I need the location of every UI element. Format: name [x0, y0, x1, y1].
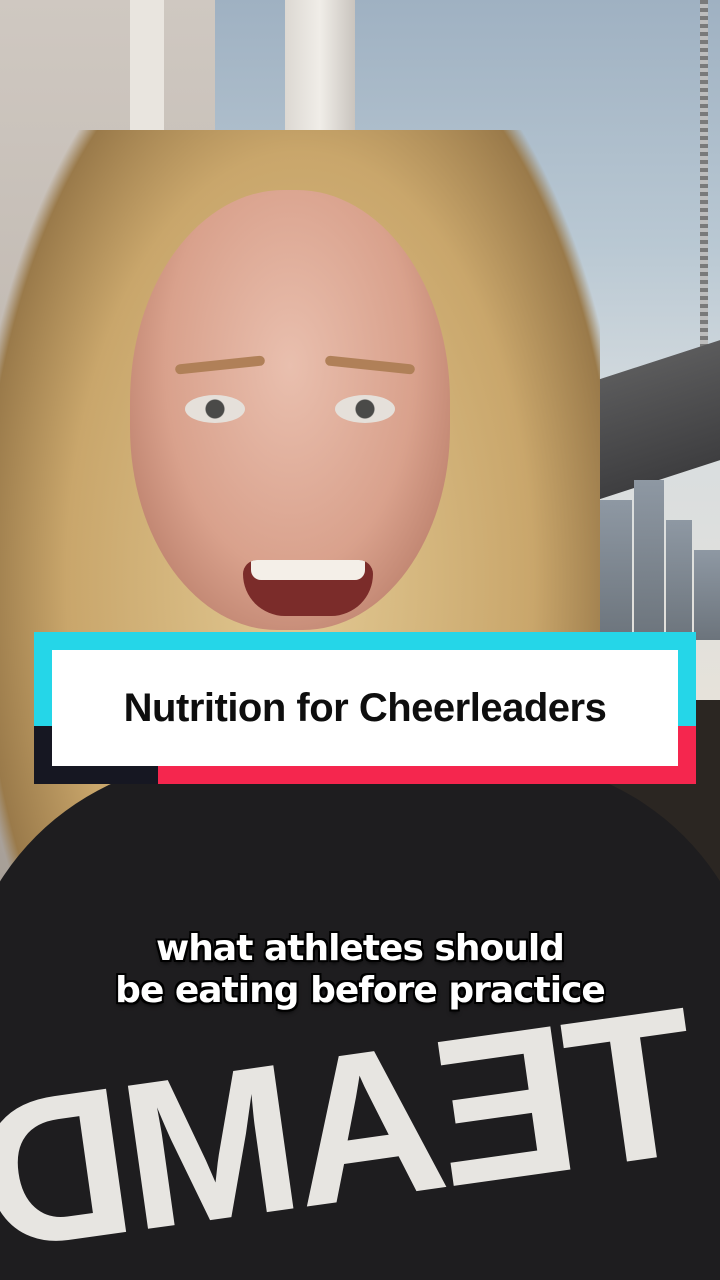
blind-cord [700, 0, 708, 380]
caption-line-2: be eating before practice [115, 970, 606, 1011]
title-banner: Nutrition for Cheerleaders [34, 632, 696, 784]
banner-title: Nutrition for Cheerleaders [123, 685, 607, 730]
mouth [243, 560, 373, 616]
eye-right [335, 395, 395, 423]
eye-left [185, 395, 245, 423]
window-frame-center [285, 0, 355, 150]
subtitle-caption: what athletes should be eating before pr… [40, 928, 680, 1012]
banner-white-box: Nutrition for Cheerleaders [52, 650, 678, 766]
caption-line-1: what athletes should [156, 928, 565, 969]
